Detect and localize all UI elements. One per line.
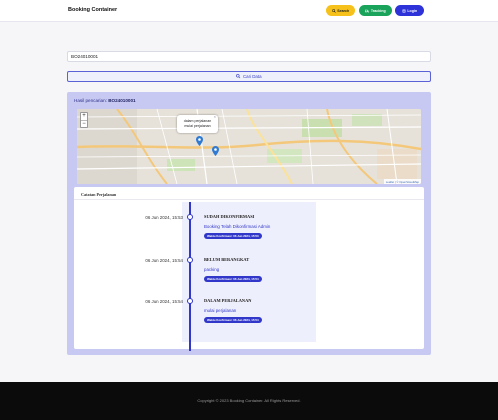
journey-card: Catatan Perjalanan 06 Jun 2024, 15:53 SU… (74, 187, 424, 351)
journey-title: Catatan Perjalanan (81, 192, 117, 197)
results-title: Hasil pencarian: BO24010001 (74, 98, 136, 103)
timeline-dot (186, 298, 193, 304)
tracking-nav-button[interactable]: Tracking (359, 5, 392, 16)
map-attribution[interactable]: Leaflet | © OpenStreetMap (383, 179, 421, 184)
zoom-out-button[interactable]: − (81, 120, 87, 127)
navbar: Booking Container Search Tracking Login (0, 0, 498, 22)
search-data-label: Cari Data (242, 74, 262, 79)
search-nav-label: Search (337, 8, 350, 13)
divider (74, 199, 424, 200)
search-icon (331, 8, 336, 13)
timeline-confirm-badge: Waktu Konfirmasi: 06 Jun 2024, 15:54 (204, 276, 262, 282)
truck-icon (365, 9, 370, 13)
popup-text: dalam perjalanan mulai perjalanan (183, 119, 212, 128)
timeline-status: BELUM BERANGKAT (204, 257, 250, 262)
results-title-prefix: Hasil pencarian: (74, 98, 107, 103)
map-marker-icon[interactable] (196, 136, 203, 146)
map-zoom-control: + − (80, 112, 88, 128)
timeline-description: Booking Telah Dikonfirmasi Admin (204, 224, 271, 229)
timeline-date: 06 Jun 2024, 15:54 (145, 299, 183, 304)
search-icon (236, 74, 241, 79)
timeline-line (189, 202, 191, 351)
search-data-button[interactable]: Cari Data (67, 71, 431, 82)
zoom-in-button[interactable]: + (81, 113, 87, 120)
login-nav-label: Login (407, 8, 418, 13)
timeline-description: mulai perjalanan (204, 308, 237, 313)
search-results-panel: Hasil pencarian: BO24010001 + − × dalam … (67, 92, 431, 355)
map-popup: × dalam perjalanan mulai perjalanan (177, 114, 218, 133)
timeline-dot (186, 257, 193, 263)
timeline-date: 06 Jun 2024, 15:53 (145, 215, 183, 220)
results-booking-code: BO24010001 (108, 98, 136, 103)
timeline-date: 06 Jun 2024, 15:54 (145, 258, 183, 263)
footer: Copyright © 2023 Booking Container. All … (0, 382, 498, 420)
brand-logo-text[interactable]: Booking Container (68, 7, 117, 13)
map-tiles (77, 109, 421, 184)
popup-close-icon[interactable]: × (214, 114, 216, 120)
timeline-description: packing (204, 267, 220, 272)
timeline-status: DALAM PERJALANAN (204, 298, 252, 303)
footer-copyright: Copyright © 2023 Booking Container. All … (197, 398, 301, 403)
user-circle-icon (401, 8, 406, 13)
login-nav-button[interactable]: Login (395, 5, 424, 16)
timeline-dot (186, 214, 193, 220)
tracking-nav-label: Tracking (370, 8, 386, 13)
timeline-confirm-badge: Waktu Konfirmasi: 06 Jun 2024, 15:54 (204, 317, 262, 323)
timeline-confirm-badge: Waktu Konfirmasi: 06 Jun 2024, 15:53 (204, 233, 262, 239)
timeline-status: SUDAH DIKONFIRMASI (204, 214, 255, 219)
map-marker-icon[interactable] (212, 146, 219, 156)
booking-code-input[interactable] (67, 51, 431, 62)
tracking-map[interactable]: + − × dalam perjalanan mulai perjalanan … (77, 109, 421, 184)
search-nav-button[interactable]: Search (326, 5, 355, 16)
